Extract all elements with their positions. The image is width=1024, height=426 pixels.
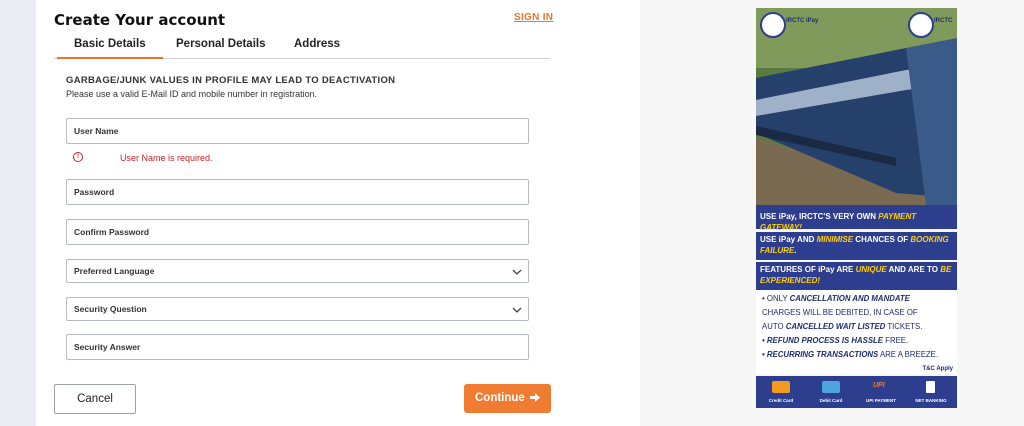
ad-text: ARE A BREEZE. <box>878 350 939 359</box>
ad-text: AUTO <box>762 322 786 331</box>
security-question-placeholder: Security Question <box>74 304 147 314</box>
deactivation-warning: GARBAGE/JUNK VALUES IN PROFILE MAY LEAD … <box>66 75 396 86</box>
confirm-password-placeholder: Confirm Password <box>74 227 150 237</box>
ad-emphasis: • REFUND PROCESS IS HASSLE <box>762 336 884 345</box>
ad-text: • ONLY <box>762 294 790 303</box>
net-banking-option: NET BANKING <box>906 376 956 408</box>
debit-card-icon <box>822 381 840 393</box>
ad-banner-line-2: USE iPay AND MINIMISE CHANCES OF BOOKING… <box>756 232 957 260</box>
preferred-language-placeholder: Preferred Language <box>74 266 155 276</box>
ipay-logo-text: IRCTC iPay <box>786 18 819 24</box>
security-question-select[interactable]: Security Question <box>66 297 529 321</box>
ad-bullet-2: • REFUND PROCESS IS HASSLE FREE. <box>762 336 908 346</box>
debit-card-option: Debit Card <box>806 376 856 408</box>
page-title: Create Your account <box>54 11 226 29</box>
irctc-logo <box>908 12 934 38</box>
credit-card-option: Credit Card <box>756 376 806 408</box>
upi-label: UPI PAYMENT <box>865 398 896 403</box>
ad-bullet-1: • ONLY CANCELLATION AND MANDATE <box>762 294 910 304</box>
username-placeholder: User Name <box>74 126 119 136</box>
ad-text: TICKETS. <box>885 322 923 331</box>
tab-address[interactable]: Address <box>294 38 340 50</box>
ad-text: USE iPay AND <box>760 235 817 244</box>
security-answer-placeholder: Security Answer <box>74 342 141 352</box>
irctc-logo-text: IRCTC <box>934 18 953 24</box>
ad-emphasis: CANCELLATION AND MANDATE <box>789 294 910 303</box>
cancel-button[interactable]: Cancel <box>54 384 136 414</box>
net-banking-label: NET BANKING <box>915 398 947 403</box>
ad-bullet-1-line-3: AUTO CANCELLED WAIT LISTED TICKETS. <box>762 322 922 332</box>
form-tabs: Basic Details Personal Details Address <box>54 36 550 59</box>
security-answer-input[interactable]: Security Answer <box>66 334 529 360</box>
username-error-message: User Name is required. <box>120 153 213 163</box>
sign-in-link[interactable]: SIGN IN <box>514 12 553 23</box>
ad-text: FREE. <box>883 336 909 345</box>
ad-feature-list: • ONLY CANCELLATION AND MANDATE CHARGES … <box>756 290 957 374</box>
ad-banner-line-3: FEATURES OF iPay ARE UNIQUE AND ARE TO B… <box>756 262 957 290</box>
left-gutter <box>0 0 36 426</box>
preferred-language-select[interactable]: Preferred Language <box>66 259 529 283</box>
ad-text: USE iPay, IRCTC'S VERY OWN <box>760 212 879 221</box>
confirm-password-input[interactable]: Confirm Password <box>66 219 529 245</box>
debit-card-label: Debit Card <box>819 398 843 403</box>
tab-basic-details[interactable]: Basic Details <box>57 38 163 59</box>
ad-bullet-3: • RECURRING TRANSACTIONS ARE A BREEZE. <box>762 350 938 360</box>
train-photo: IRCTC iPay IRCTC <box>756 8 957 205</box>
ad-emphasis: CANCELLED WAIT LISTED <box>785 322 886 331</box>
ad-emphasis: • RECURRING TRANSACTIONS <box>762 350 879 359</box>
chevron-down-icon <box>512 269 522 275</box>
tab-personal-details[interactable]: Personal Details <box>176 38 265 50</box>
ad-highlight: MINIMISE <box>816 235 854 244</box>
continue-button[interactable]: Continue <box>464 384 551 413</box>
ad-text: FEATURES OF iPay ARE <box>760 265 856 274</box>
registration-form-panel <box>36 0 640 426</box>
ad-text: . <box>794 246 797 255</box>
continue-label: Continue <box>474 392 525 404</box>
credit-card-icon <box>772 381 790 393</box>
upi-icon: UPI <box>873 382 885 389</box>
irctc-ipay-logo <box>760 12 786 38</box>
ad-text: AND ARE TO <box>886 265 941 274</box>
ad-text: CHANCES OF <box>853 235 911 244</box>
credit-card-label: Credit Card <box>768 398 794 403</box>
registration-hint: Please use a valid E-Mail ID and mobile … <box>66 89 318 99</box>
train-illustration <box>756 8 957 205</box>
error-icon: ! <box>73 152 83 162</box>
username-input[interactable]: User Name <box>66 118 529 144</box>
arrow-right-icon <box>530 393 541 402</box>
terms-apply-label: T&C Apply <box>922 366 953 372</box>
ad-bullet-1-line-2: CHARGES WILL BE DEBITED, IN CASE OF <box>762 308 918 317</box>
upi-option: UPI UPI PAYMENT <box>856 376 906 408</box>
ipay-advertisement[interactable]: IRCTC iPay IRCTC USE iPay, IRCTC'S VERY … <box>756 8 957 408</box>
ad-highlight: UNIQUE <box>855 265 887 274</box>
password-placeholder: Password <box>74 187 115 197</box>
ad-banner-line-1: USE iPay, IRCTC'S VERY OWN PAYMENT GATEW… <box>756 205 957 232</box>
password-input[interactable]: Password <box>66 179 529 205</box>
payment-methods-band: Credit Card Debit Card UPI UPI PAYMENT N… <box>756 376 957 408</box>
net-banking-icon <box>926 381 935 393</box>
chevron-down-icon <box>512 307 522 313</box>
